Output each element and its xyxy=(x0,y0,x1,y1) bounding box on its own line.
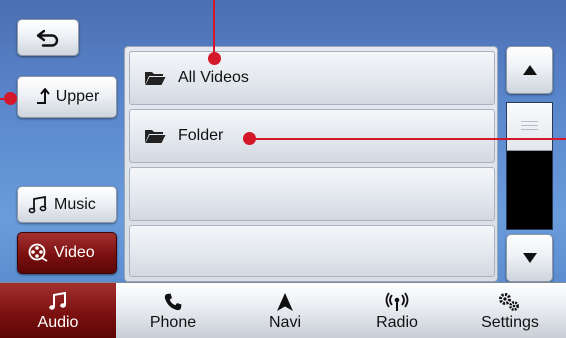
scrollbar-track[interactable] xyxy=(506,102,553,230)
bottom-tab-bar: Audio Phone Navi Radio Settings xyxy=(0,282,566,338)
list-item-folder[interactable]: Folder xyxy=(129,109,495,163)
scroll-down-button[interactable] xyxy=(506,234,553,282)
music-label: Music xyxy=(54,195,96,213)
music-note-icon xyxy=(28,195,47,213)
list-item-label: Folder xyxy=(178,127,224,144)
list-item-empty xyxy=(129,225,495,277)
scrollbar-thumb[interactable] xyxy=(507,103,552,151)
callout-dot xyxy=(243,132,256,145)
tab-audio[interactable]: Audio xyxy=(0,283,116,338)
music-source-button[interactable]: Music xyxy=(17,186,117,223)
callout-line xyxy=(213,0,215,56)
music-note-icon xyxy=(49,291,66,310)
upper-button[interactable]: Upper xyxy=(17,76,117,118)
radio-signal-icon xyxy=(385,291,409,311)
list-item-all-videos[interactable]: All Videos xyxy=(129,51,495,105)
up-arrow-icon xyxy=(36,88,50,104)
callout-line xyxy=(250,138,566,140)
gears-icon xyxy=(499,292,519,311)
folder-icon xyxy=(145,72,166,85)
grip-line xyxy=(521,125,538,126)
tab-label: Radio xyxy=(376,313,418,331)
triangle-up-icon xyxy=(522,65,537,75)
tab-label: Phone xyxy=(149,313,197,331)
head-unit-screen: Upper Music Video All Videos Folder Audi… xyxy=(0,0,566,338)
triangle-down-icon xyxy=(522,253,537,263)
phone-icon xyxy=(164,293,182,310)
file-list: All Videos Folder xyxy=(124,46,498,282)
film-reel-icon xyxy=(28,243,48,262)
list-item-empty xyxy=(129,167,495,221)
tab-label: Settings xyxy=(481,313,539,331)
tab-navi[interactable]: Navi xyxy=(230,283,340,338)
upper-label: Upper xyxy=(55,88,100,105)
video-label: Video xyxy=(54,244,95,261)
back-arrow-icon xyxy=(36,29,59,47)
tab-label: Audio xyxy=(37,313,79,331)
tab-phone[interactable]: Phone xyxy=(118,283,228,338)
callout-dot xyxy=(4,92,17,105)
navi-arrow-icon xyxy=(277,292,293,311)
callout-dot xyxy=(208,52,221,65)
back-button[interactable] xyxy=(17,19,79,56)
video-source-button[interactable]: Video xyxy=(17,232,117,274)
tab-label: Navi xyxy=(268,313,301,331)
grip-line xyxy=(521,121,538,122)
scroll-up-button[interactable] xyxy=(506,46,553,94)
tab-radio[interactable]: Radio xyxy=(342,283,452,338)
grip-line xyxy=(521,129,538,130)
folder-icon xyxy=(145,130,166,143)
list-item-label: All Videos xyxy=(178,69,249,86)
tab-settings[interactable]: Settings xyxy=(454,283,566,338)
